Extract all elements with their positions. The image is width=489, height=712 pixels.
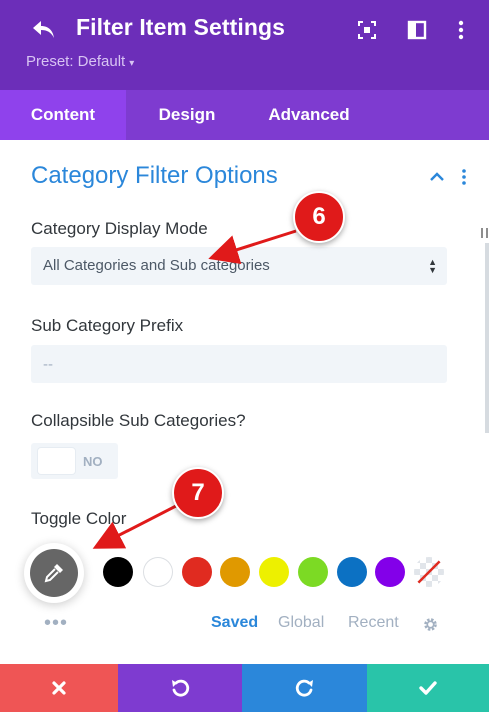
scrollbar[interactable] [485,243,489,433]
sub-prefix-label: Sub Category Prefix [31,316,184,335]
back-arrow-icon[interactable] [30,16,58,44]
color-swatch-green[interactable] [298,557,328,587]
modal-header: Filter Item Settings Preset: Default ▾ [0,0,489,90]
preset-label: Preset: Default [26,53,126,70]
tab-design[interactable]: Design [126,90,248,140]
toggle-color-label: Toggle Color [31,509,127,528]
toggle-state: NO [83,454,103,469]
resize-cursor-icon [480,226,489,238]
color-swatch-purple[interactable] [375,557,405,587]
color-swatch-blue[interactable] [337,557,367,587]
color-swatch-transparent[interactable] [414,557,444,587]
tab-advanced[interactable]: Advanced [248,90,370,140]
select-arrows-icon: ▲ ▼ [428,257,437,275]
eyedropper-icon [30,549,78,597]
more-colors-icon[interactable]: ••• [44,612,68,635]
chevron-down-icon: ▾ [129,58,135,69]
tab-global-colors[interactable]: Global [278,614,324,632]
more-options-icon[interactable] [450,19,472,41]
tab-recent-colors[interactable]: Recent [348,614,399,632]
color-swatch-black[interactable] [103,557,133,587]
modal-title: Filter Item Settings [76,14,286,40]
display-mode-select[interactable]: All Categories and Sub categories ▲ ▼ [31,247,447,285]
display-mode-value: All Categories and Sub categories [43,257,270,274]
transparent-swatch-icon [414,557,444,587]
undo-button[interactable] [118,664,242,712]
display-mode-label: Category Display Mode [31,219,208,238]
annotation-badge-6: 6 [293,191,345,243]
sidebar-layout-icon[interactable] [406,19,428,41]
tab-saved-colors[interactable]: Saved [211,614,258,632]
annotation-badge-7: 7 [172,467,224,519]
preset-selector[interactable]: Preset: Default ▾ [26,53,134,70]
expand-icon[interactable] [356,19,378,41]
section-title[interactable]: Category Filter Options [31,162,278,190]
close-icon [52,681,66,695]
color-swatch-orange[interactable] [220,557,250,587]
collapsible-toggle[interactable]: NO [31,443,118,479]
gear-icon[interactable] [422,616,439,633]
color-swatch-yellow[interactable] [259,557,289,587]
modal-footer [0,664,489,712]
tab-content[interactable]: Content [0,90,126,140]
undo-icon [172,679,190,697]
chevron-up-icon[interactable] [428,168,446,186]
checkmark-icon [419,681,437,695]
collapsible-label: Collapsible Sub Categories? [31,411,246,430]
settings-tabs: Content Design Advanced [0,90,489,140]
toggle-knob [38,448,75,474]
sub-prefix-field[interactable] [31,345,447,383]
redo-icon [295,679,313,697]
section-more-icon[interactable] [458,168,470,186]
color-picker-button[interactable] [24,543,84,603]
save-button[interactable] [367,664,489,712]
cancel-button[interactable] [0,664,118,712]
color-swatch-white[interactable] [143,557,173,587]
redo-button[interactable] [242,664,367,712]
sub-prefix-input[interactable] [31,345,447,383]
color-swatch-red[interactable] [182,557,212,587]
